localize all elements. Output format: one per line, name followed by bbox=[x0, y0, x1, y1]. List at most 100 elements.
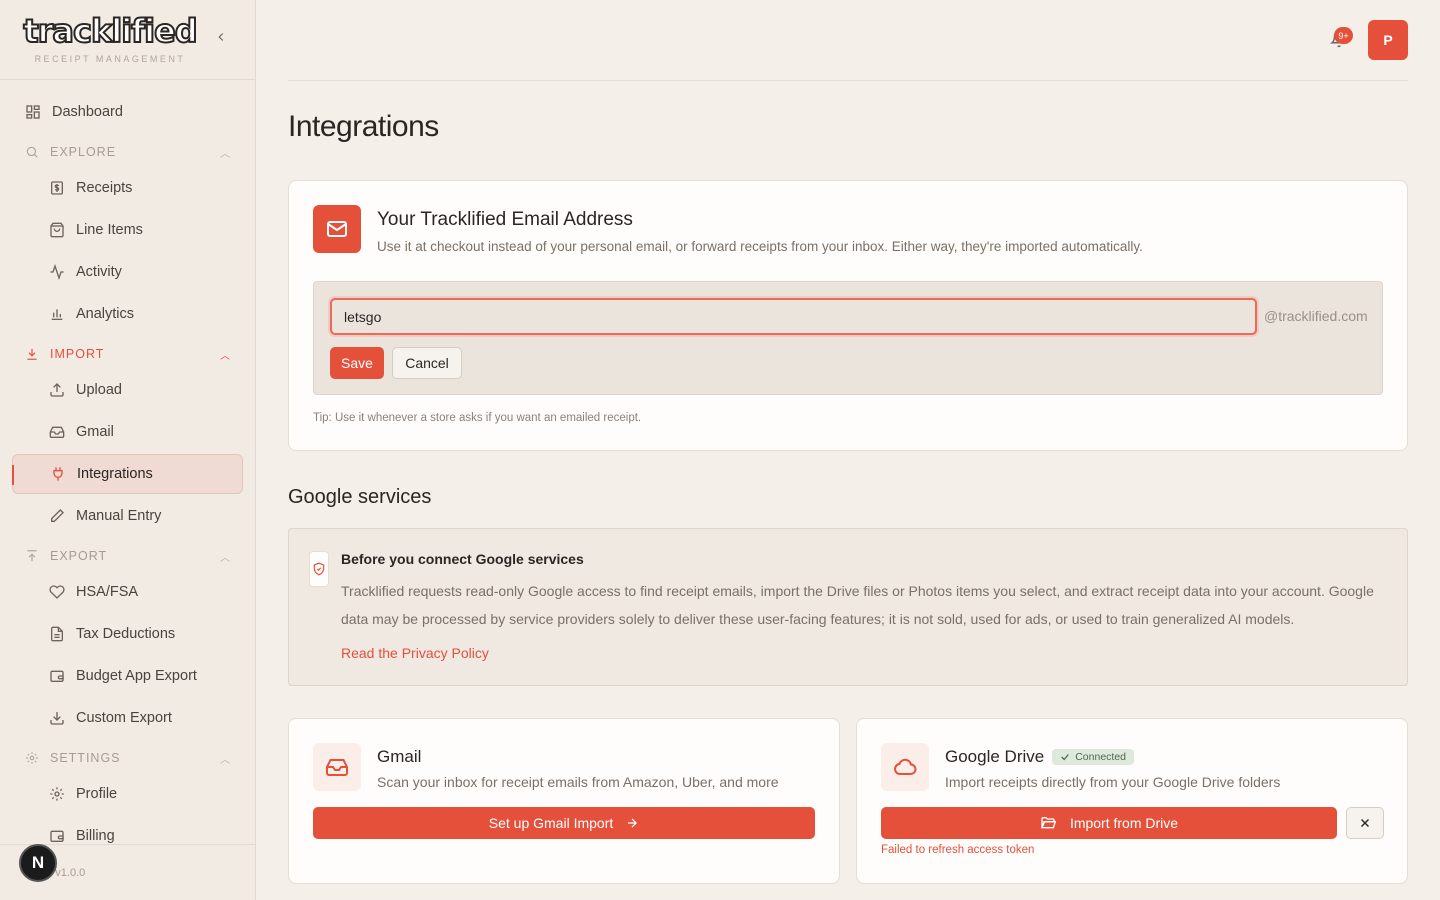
email-card-description: Use it at checkout instead of your perso… bbox=[377, 239, 1143, 254]
section-label: IMPORT bbox=[50, 347, 105, 361]
sidebar-item-label: Activity bbox=[76, 264, 122, 280]
sidebar-item-label: Integrations bbox=[77, 466, 153, 482]
drive-title: Google Drive Connected bbox=[945, 747, 1135, 767]
connected-badge-label: Connected bbox=[1075, 751, 1127, 763]
connected-badge: Connected bbox=[1052, 749, 1135, 765]
dev-tools-button[interactable]: N bbox=[19, 844, 57, 882]
logo[interactable]: tracklified bbox=[0, 11, 220, 51]
section-label: EXPLORE bbox=[50, 145, 117, 159]
chevron-up-icon: ︿ bbox=[220, 149, 231, 160]
cloud-icon bbox=[881, 743, 929, 791]
sidebar-item-custom-export[interactable]: Custom Export bbox=[12, 698, 243, 738]
sidebar-item-upload[interactable]: Upload bbox=[12, 370, 243, 410]
check-icon bbox=[1061, 754, 1070, 761]
shield-check-icon bbox=[309, 551, 329, 587]
folder-open-icon bbox=[1041, 817, 1056, 829]
document-icon bbox=[48, 625, 66, 643]
sidebar-item-label: Budget App Export bbox=[76, 668, 197, 684]
receipt-dollar-icon bbox=[48, 179, 66, 197]
sidebar-item-line-items[interactable]: Line Items bbox=[12, 210, 243, 250]
cancel-button[interactable]: Cancel bbox=[392, 347, 462, 379]
sidebar-item-label: Billing bbox=[76, 828, 115, 844]
inbox-icon bbox=[48, 423, 66, 441]
sidebar-item-tax-deductions[interactable]: Tax Deductions bbox=[12, 614, 243, 654]
email-tip: Tip: Use it whenever a store asks if you… bbox=[313, 412, 642, 424]
wallet-icon bbox=[48, 827, 66, 845]
email-domain-suffix: @tracklified.com bbox=[1264, 308, 1368, 324]
sidebar-item-label: Custom Export bbox=[76, 710, 172, 726]
section-settings[interactable]: SETTINGS ︿ bbox=[12, 743, 243, 773]
sidebar-item-label: Profile bbox=[76, 786, 118, 802]
save-button[interactable]: Save bbox=[330, 347, 384, 379]
notification-badge: 9+ bbox=[1334, 27, 1353, 44]
sidebar-item-label: Gmail bbox=[76, 424, 114, 440]
disconnect-drive-button[interactable] bbox=[1346, 807, 1384, 839]
gmail-card: Gmail Scan your inbox for receipt emails… bbox=[288, 718, 840, 884]
sidebar-item-budget-app-export[interactable]: Budget App Export bbox=[12, 656, 243, 696]
sidebar-item-label: Receipts bbox=[76, 180, 133, 196]
pencil-icon bbox=[48, 507, 66, 525]
email-card-title: Your Tracklified Email Address bbox=[377, 209, 633, 230]
import-from-drive-button[interactable]: Import from Drive bbox=[881, 807, 1337, 839]
chevron-up-icon: ︿ bbox=[220, 351, 231, 362]
sidebar-item-hsa-fsa[interactable]: HSA/FSA bbox=[12, 572, 243, 612]
brand-header: tracklified RECEIPT MANAGEMENT bbox=[0, 0, 255, 80]
upload-icon bbox=[24, 548, 40, 564]
activity-icon bbox=[48, 263, 66, 281]
sidebar-item-activity[interactable]: Activity bbox=[12, 252, 243, 292]
sidebar-item-label: Tax Deductions bbox=[76, 626, 176, 642]
setup-gmail-import-button[interactable]: Set up Gmail Import bbox=[313, 807, 815, 839]
email-alias-input[interactable] bbox=[330, 298, 1257, 335]
search-icon bbox=[24, 144, 40, 160]
mail-icon bbox=[313, 205, 361, 253]
google-services-title: Google services bbox=[288, 486, 432, 508]
gmail-title: Gmail bbox=[377, 747, 421, 767]
chevron-up-icon: ︿ bbox=[220, 553, 231, 564]
google-notice: Before you connect Google services Track… bbox=[288, 528, 1408, 686]
privacy-policy-link[interactable]: Read the Privacy Policy bbox=[341, 645, 489, 661]
sidebar-item-integrations[interactable]: Integrations bbox=[12, 454, 243, 494]
heart-icon bbox=[48, 583, 66, 601]
gmail-description: Scan your inbox for receipt emails from … bbox=[377, 774, 779, 790]
button-label: Import from Drive bbox=[1069, 815, 1179, 831]
email-address-card: Your Tracklified Email Address Use it at… bbox=[288, 180, 1408, 451]
download-icon bbox=[24, 346, 40, 362]
top-bar bbox=[288, 0, 1408, 81]
plug-icon bbox=[49, 465, 67, 483]
arrow-right-icon bbox=[628, 818, 638, 828]
page-title: Integrations bbox=[288, 110, 439, 143]
sidebar-item-label: Line Items bbox=[76, 222, 143, 238]
section-label: SETTINGS bbox=[50, 751, 121, 765]
drive-title-text: Google Drive bbox=[945, 747, 1045, 766]
sidebar-item-profile[interactable]: Profile bbox=[12, 774, 243, 814]
gear-icon bbox=[24, 750, 40, 766]
notice-body: Tracklified requests read-only Google ac… bbox=[341, 583, 1374, 627]
sidebar-item-label: Dashboard bbox=[52, 104, 123, 120]
gear-icon bbox=[48, 785, 66, 803]
drive-error-message: Failed to refresh access token bbox=[881, 844, 1035, 856]
chevron-up-icon: ︿ bbox=[220, 755, 231, 766]
sidebar-item-label: HSA/FSA bbox=[76, 584, 139, 600]
section-explore[interactable]: EXPLORE ︿ bbox=[12, 137, 243, 167]
email-edit-panel: @tracklified.com Save Cancel bbox=[313, 281, 1383, 395]
sidebar-item-label: Manual Entry bbox=[76, 508, 162, 524]
section-export[interactable]: EXPORT ︿ bbox=[12, 541, 243, 571]
sidebar-item-manual-entry[interactable]: Manual Entry bbox=[12, 496, 243, 536]
shopping-bag-icon bbox=[48, 221, 66, 239]
close-icon bbox=[1360, 818, 1370, 828]
sidebar-item-label: Analytics bbox=[76, 306, 135, 322]
sidebar: tracklified RECEIPT MANAGEMENT Dashboard… bbox=[0, 0, 256, 900]
gmail-title-text: Gmail bbox=[377, 747, 422, 766]
collapse-sidebar-button[interactable] bbox=[212, 30, 230, 48]
sidebar-item-receipts[interactable]: Receipts bbox=[12, 168, 243, 208]
avatar[interactable]: P bbox=[1368, 20, 1408, 60]
sidebar-item-analytics[interactable]: Analytics bbox=[12, 294, 243, 334]
sidebar-item-label: Upload bbox=[76, 382, 122, 398]
button-label: Set up Gmail Import bbox=[488, 815, 614, 831]
drive-description: Import receipts directly from your Googl… bbox=[945, 774, 1281, 790]
download-icon bbox=[48, 709, 66, 727]
section-import[interactable]: IMPORT ︿ bbox=[12, 339, 243, 369]
upload-icon bbox=[48, 381, 66, 399]
sidebar-item-dashboard[interactable]: Dashboard bbox=[12, 92, 243, 132]
sidebar-item-gmail[interactable]: Gmail bbox=[12, 412, 243, 452]
